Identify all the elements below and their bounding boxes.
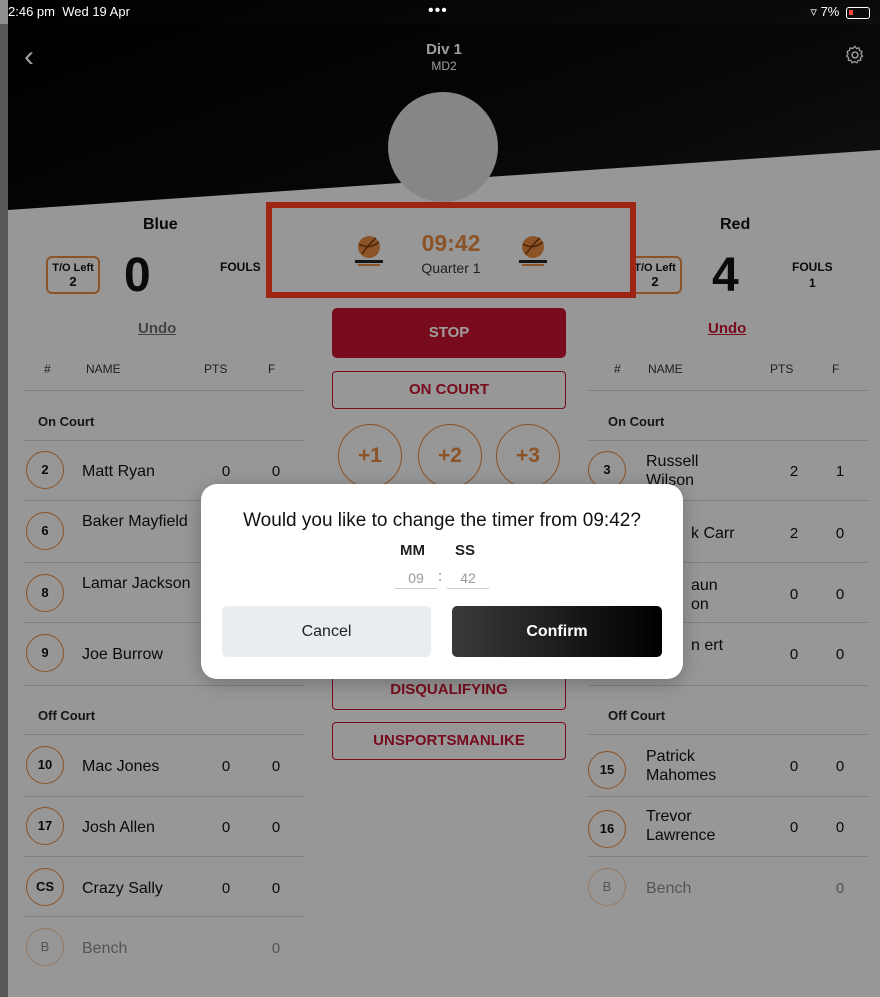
dialog-title: Would you like to change the timer from … xyxy=(243,510,641,531)
minutes-input[interactable]: 09 xyxy=(395,570,437,589)
multitask-dots[interactable]: ••• xyxy=(428,2,448,20)
change-timer-dialog: Would you like to change the timer from … xyxy=(201,484,683,679)
minutes-label: MM xyxy=(400,542,425,559)
battery-percent: 7% xyxy=(820,4,840,19)
status-time: 2:46 pm Wed 19 Apr xyxy=(8,4,130,19)
time-separator: : xyxy=(438,568,443,585)
seconds-input[interactable]: 42 xyxy=(447,570,489,589)
wifi-icon: ▿ xyxy=(810,4,817,19)
status-bar: 2:46 pm Wed 19 Apr ••• ▿ 7% xyxy=(8,0,880,24)
cancel-button[interactable]: Cancel xyxy=(222,606,431,657)
seconds-label: SS xyxy=(455,542,476,559)
confirm-button[interactable]: Confirm xyxy=(452,606,662,657)
battery-icon xyxy=(846,6,870,19)
status-right: ▿ 7% xyxy=(810,4,870,20)
